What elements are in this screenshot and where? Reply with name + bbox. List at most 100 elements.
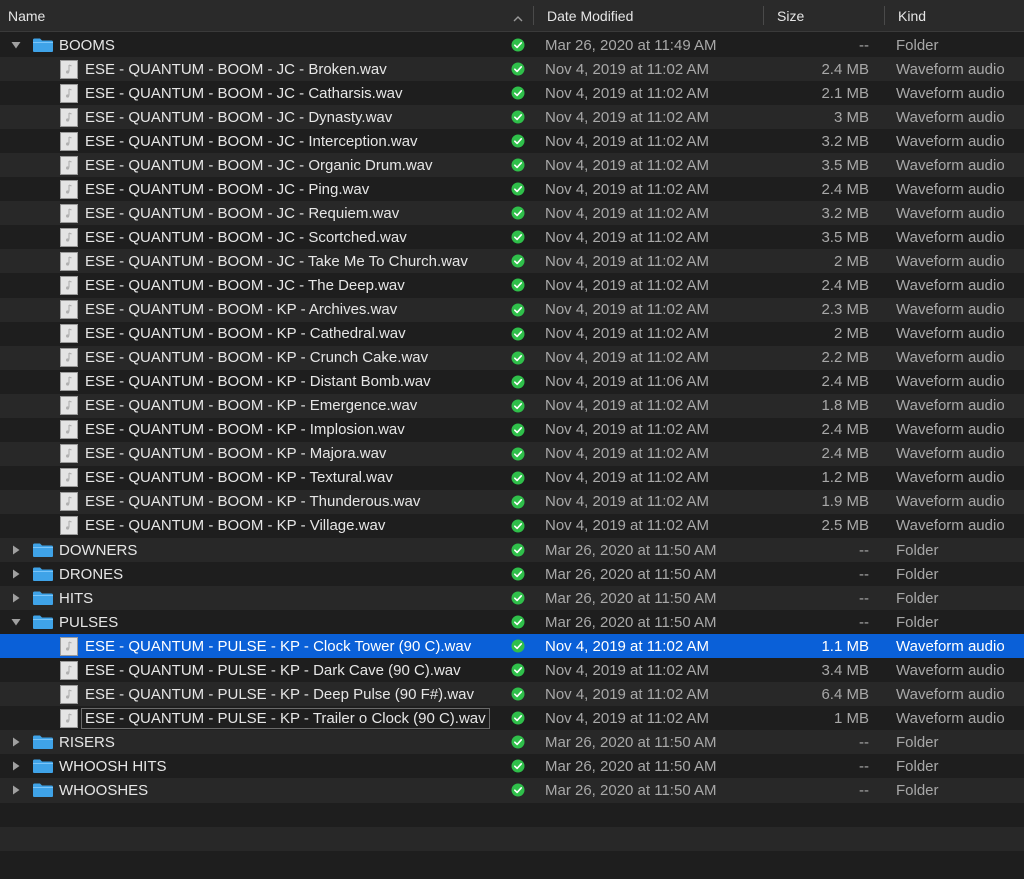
date-cell: Nov 4, 2019 at 11:02 AM bbox=[545, 661, 709, 679]
file-row[interactable]: ESE - QUANTUM - BOOM - KP - Crunch Cake.… bbox=[0, 345, 1024, 370]
date-cell: Mar 26, 2020 at 11:50 AM bbox=[545, 589, 717, 607]
audio-file-icon bbox=[60, 468, 78, 488]
file-row[interactable]: ESE - QUANTUM - BOOM - KP - Emergence.wa… bbox=[0, 393, 1024, 418]
sync-status-icon bbox=[511, 783, 525, 797]
folder-row[interactable]: WHOOSHES Mar 26, 2020 at 11:50 AM -- Folder bbox=[0, 778, 1024, 803]
file-row[interactable]: ESE - QUANTUM - BOOM - JC - Catharsis.wa… bbox=[0, 81, 1024, 106]
disclosure-collapsed-icon[interactable] bbox=[9, 543, 23, 557]
disclosure-collapsed-icon[interactable] bbox=[9, 759, 23, 773]
file-row[interactable]: ESE - QUANTUM - PULSE - KP - Dark Cave (… bbox=[0, 658, 1024, 683]
folder-name: WHOOSH HITS bbox=[59, 757, 167, 775]
column-header-date[interactable]: Date Modified bbox=[533, 0, 763, 31]
file-name: ESE - QUANTUM - BOOM - JC - Take Me To C… bbox=[85, 252, 468, 270]
file-row[interactable]: ESE - QUANTUM - BOOM - JC - Scortched.wa… bbox=[0, 225, 1024, 250]
column-header-name[interactable]: Name bbox=[0, 0, 533, 31]
audio-file-icon bbox=[60, 516, 78, 536]
name-cell: RISERS bbox=[0, 730, 533, 754]
audio-file-icon bbox=[60, 492, 78, 512]
folder-row[interactable]: BOOMS Mar 26, 2020 at 11:49 AM -- Folder bbox=[0, 33, 1024, 58]
disclosure-expanded-icon[interactable] bbox=[9, 615, 23, 629]
file-row[interactable]: ESE - QUANTUM - BOOM - KP - Village.wav N… bbox=[0, 513, 1024, 538]
disclosure-collapsed-icon[interactable] bbox=[9, 735, 23, 749]
name-cell: WHOOSH HITS bbox=[0, 754, 533, 778]
file-row[interactable]: ESE - QUANTUM - BOOM - JC - Dynasty.wav N… bbox=[0, 105, 1024, 130]
name-cell: ESE - QUANTUM - PULSE - KP - Clock Tower… bbox=[0, 634, 533, 658]
sync-status-icon bbox=[511, 567, 525, 581]
disclosure-collapsed-icon[interactable] bbox=[9, 591, 23, 605]
sync-status-icon bbox=[511, 663, 525, 677]
folder-row[interactable]: DOWNERS Mar 26, 2020 at 11:50 AM -- Folder bbox=[0, 537, 1024, 563]
date-cell: Nov 4, 2019 at 11:02 AM bbox=[545, 252, 709, 270]
disclosure-collapsed-icon[interactable] bbox=[9, 567, 23, 581]
disclosure-expanded-icon[interactable] bbox=[9, 38, 23, 52]
audio-file-icon bbox=[60, 684, 78, 704]
size-cell: 2.5 MB bbox=[821, 517, 869, 535]
file-row[interactable]: ESE - QUANTUM - PULSE - KP - Trailer o C… bbox=[0, 706, 1024, 731]
file-row[interactable]: ESE - QUANTUM - BOOM - KP - Archives.wav… bbox=[0, 297, 1024, 322]
sync-status-icon bbox=[511, 278, 525, 292]
name-cell: DRONES bbox=[0, 562, 533, 586]
size-cell: -- bbox=[859, 541, 869, 559]
audio-file-icon bbox=[60, 275, 78, 295]
file-name: ESE - QUANTUM - BOOM - KP - Distant Bomb… bbox=[85, 373, 431, 391]
file-row[interactable]: ESE - QUANTUM - BOOM - JC - Take Me To C… bbox=[0, 249, 1024, 274]
name-cell: ESE - QUANTUM - BOOM - KP - Distant Bomb… bbox=[0, 370, 533, 394]
date-cell: Mar 26, 2020 at 11:50 AM bbox=[545, 565, 717, 583]
sync-status-icon bbox=[511, 759, 525, 773]
name-cell: ESE - QUANTUM - PULSE - KP - Deep Pulse … bbox=[0, 682, 533, 706]
file-row[interactable]: ESE - QUANTUM - BOOM - KP - Distant Bomb… bbox=[0, 369, 1024, 394]
file-row[interactable]: ESE - QUANTUM - BOOM - KP - Thunderous.w… bbox=[0, 489, 1024, 514]
folder-row[interactable]: PULSES Mar 26, 2020 at 11:50 AM -- Folder bbox=[0, 610, 1024, 635]
file-row[interactable]: ESE - QUANTUM - BOOM - JC - Organic Drum… bbox=[0, 153, 1024, 178]
kind-cell: Folder bbox=[896, 613, 939, 631]
file-row[interactable]: ESE - QUANTUM - BOOM - KP - Textural.wav… bbox=[0, 465, 1024, 490]
column-header-kind[interactable]: Kind bbox=[884, 0, 1024, 31]
kind-cell: Waveform audio bbox=[896, 325, 1005, 343]
file-name: ESE - QUANTUM - BOOM - JC - Scortched.wa… bbox=[85, 228, 407, 246]
date-cell: Nov 4, 2019 at 11:02 AM bbox=[545, 637, 709, 655]
file-row[interactable]: ESE - QUANTUM - BOOM - KP - Majora.wav No… bbox=[0, 441, 1024, 466]
file-row[interactable]: ESE - QUANTUM - BOOM - JC - Broken.wav No… bbox=[0, 57, 1024, 82]
folder-icon bbox=[32, 758, 54, 774]
file-row[interactable]: ESE - QUANTUM - BOOM - KP - Cathedral.wa… bbox=[0, 321, 1024, 346]
date-cell: Mar 26, 2020 at 11:50 AM bbox=[545, 613, 717, 631]
folder-icon bbox=[32, 542, 54, 558]
file-list: BOOMS Mar 26, 2020 at 11:49 AM -- Folder ESE… bbox=[0, 33, 1024, 875]
date-cell: Nov 4, 2019 at 11:02 AM bbox=[545, 156, 709, 174]
date-cell: Nov 4, 2019 at 11:02 AM bbox=[545, 228, 709, 246]
folder-row[interactable]: DRONES Mar 26, 2020 at 11:50 AM -- Folder bbox=[0, 562, 1024, 587]
size-cell: 6.4 MB bbox=[821, 685, 869, 703]
file-name: ESE - QUANTUM - BOOM - KP - Implosion.wa… bbox=[85, 421, 405, 439]
size-cell: 1 MB bbox=[833, 709, 869, 727]
sync-status-icon bbox=[511, 687, 525, 701]
date-cell: Mar 26, 2020 at 11:50 AM bbox=[545, 733, 717, 751]
file-row[interactable]: ESE - QUANTUM - BOOM - JC - The Deep.wav… bbox=[0, 273, 1024, 298]
file-row[interactable]: ESE - QUANTUM - PULSE - KP - Clock Tower… bbox=[0, 634, 1024, 659]
date-cell: Nov 4, 2019 at 11:02 AM bbox=[545, 325, 709, 343]
kind-cell: Waveform audio bbox=[896, 421, 1005, 439]
size-cell: 3 MB bbox=[833, 108, 869, 126]
file-name: ESE - QUANTUM - BOOM - KP - Archives.wav bbox=[85, 301, 398, 319]
folder-row[interactable]: WHOOSH HITS Mar 26, 2020 at 11:50 AM -- Fol… bbox=[0, 754, 1024, 779]
audio-file-icon bbox=[60, 348, 78, 368]
sync-status-icon bbox=[511, 254, 525, 268]
file-name: ESE - QUANTUM - BOOM - KP - Crunch Cake.… bbox=[85, 349, 429, 367]
disclosure-collapsed-icon[interactable] bbox=[9, 783, 23, 797]
file-row[interactable]: ESE - QUANTUM - BOOM - JC - Ping.wav Nov … bbox=[0, 177, 1024, 202]
file-row[interactable]: ESE - QUANTUM - BOOM - JC - Interception… bbox=[0, 129, 1024, 154]
name-cell: WHOOSHES bbox=[0, 778, 533, 802]
sync-status-icon bbox=[511, 519, 525, 533]
date-cell: Mar 26, 2020 at 11:49 AM bbox=[545, 36, 717, 54]
folder-row[interactable]: RISERS Mar 26, 2020 at 11:50 AM -- Folder bbox=[0, 730, 1024, 755]
file-row[interactable]: ESE - QUANTUM - PULSE - KP - Deep Pulse … bbox=[0, 682, 1024, 707]
column-header-kind-label: Kind bbox=[898, 7, 927, 24]
date-cell: Nov 4, 2019 at 11:02 AM bbox=[545, 132, 709, 150]
kind-cell: Waveform audio bbox=[896, 228, 1005, 246]
size-cell: 2.4 MB bbox=[821, 276, 869, 294]
folder-row[interactable]: HITS Mar 26, 2020 at 11:50 AM -- Folder bbox=[0, 586, 1024, 611]
audio-file-icon bbox=[60, 636, 78, 656]
column-header-size[interactable]: Size bbox=[763, 0, 884, 31]
file-row[interactable]: ESE - QUANTUM - BOOM - JC - Requiem.wav N… bbox=[0, 201, 1024, 226]
file-row[interactable]: ESE - QUANTUM - BOOM - KP - Implosion.wa… bbox=[0, 417, 1024, 442]
date-cell: Nov 4, 2019 at 11:02 AM bbox=[545, 685, 709, 703]
